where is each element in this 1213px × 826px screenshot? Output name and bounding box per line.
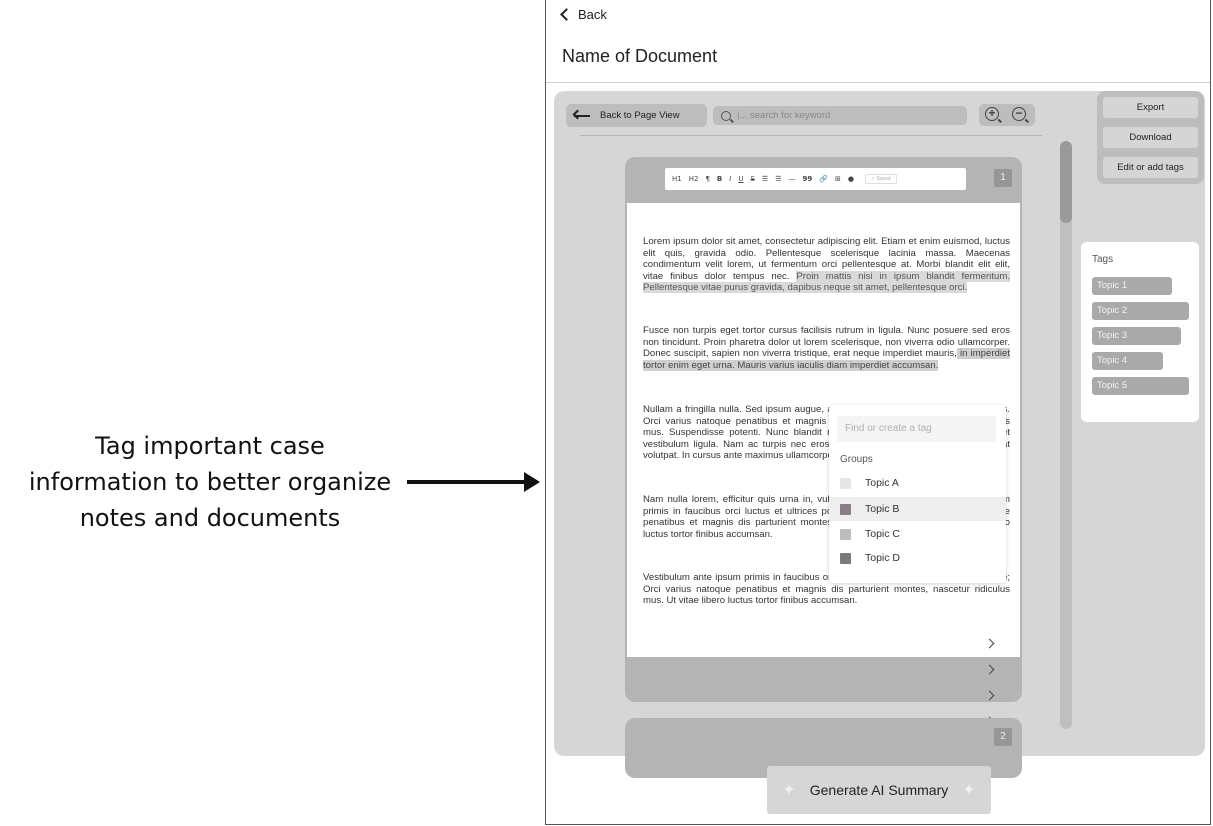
sparkle-icon: ✦: [962, 782, 976, 799]
tag-chip[interactable]: Topic 5: [1092, 377, 1189, 395]
export-button[interactable]: Export: [1103, 97, 1198, 118]
paragraph-text: Fusce non turpis eget tortor cursus faci…: [643, 325, 1010, 360]
tags-title: Tags: [1092, 254, 1114, 265]
table-icon[interactable]: ⊞: [835, 175, 841, 183]
quote-icon[interactable]: 99: [802, 175, 812, 183]
back-label: Back: [578, 7, 607, 22]
zoom-controls: + −: [979, 104, 1035, 126]
page-number: 2: [994, 728, 1012, 746]
search-icon: [721, 110, 731, 121]
back-to-page-view-button[interactable]: Back to Page View: [566, 104, 707, 127]
tags-panel: Tags Topic 1 Topic 2 Topic 3 Topic 4 Top…: [1081, 242, 1199, 422]
tag-option-label: Topic A: [865, 477, 899, 489]
divider: [546, 82, 1210, 83]
tag-option[interactable]: Topic B: [829, 497, 1006, 521]
generate-label: Generate AI Summary: [809, 782, 949, 798]
action-panel: Export Download Edit or add tags: [1097, 91, 1204, 184]
bullet-list-icon[interactable]: ☰: [762, 175, 768, 183]
horizontal-rule-icon[interactable]: —: [788, 175, 795, 183]
tag-option-label: Topic D: [865, 552, 901, 564]
keyword-search-input[interactable]: |... search for keyword: [713, 106, 967, 125]
info-icon[interactable]: ●: [848, 175, 854, 183]
annotation-line: notes and documents: [79, 504, 341, 532]
tag-chip[interactable]: Topic 3: [1092, 327, 1181, 345]
heading1-button[interactable]: H1: [672, 175, 682, 183]
annotation-line: Tag important case: [95, 432, 325, 460]
tag-color-swatch: [840, 477, 851, 489]
tag-dropdown: Find or create a tag Groups Topic A Topi…: [829, 405, 1006, 583]
sparkle-icon: ✦: [782, 782, 796, 799]
page-number: 1: [994, 169, 1012, 187]
numbered-list-icon[interactable]: ☰: [775, 175, 781, 183]
tag-option-label: Topic B: [865, 503, 900, 515]
zoom-out-icon[interactable]: −: [1012, 107, 1026, 121]
back-link[interactable]: Back: [560, 7, 607, 22]
tag-option[interactable]: Topic C: [829, 522, 1006, 546]
saved-badge: ✓ Saved: [864, 174, 897, 184]
scrollbar-track[interactable]: [1060, 141, 1072, 729]
scrollbar-thumb[interactable]: [1060, 141, 1072, 223]
editor-toolbar: H1 H2 ¶ B I U S ☰ ☰ — 99 🔗 ⊞ ● ✓ Saved: [665, 168, 966, 190]
bold-icon[interactable]: B: [717, 175, 722, 183]
groups-label: Groups: [840, 454, 873, 465]
divider: [580, 135, 1042, 136]
strikethrough-icon[interactable]: S: [750, 175, 754, 183]
document-paragraph[interactable]: Lorem ipsum dolor sit amet, consectetur …: [643, 236, 1010, 294]
tag-color-swatch: [840, 552, 851, 564]
italic-icon[interactable]: I: [729, 175, 731, 183]
underline-icon[interactable]: U: [738, 175, 743, 183]
tag-color-swatch: [840, 503, 851, 515]
annotation-line: information to better organize: [28, 468, 392, 496]
heading2-button[interactable]: H2: [689, 175, 699, 183]
chevron-left-icon: [560, 8, 573, 21]
annotation-text: Tag important case information to better…: [10, 428, 410, 536]
tag-chip[interactable]: Topic 1: [1092, 277, 1172, 295]
tag-color-swatch: [840, 528, 851, 540]
generate-ai-summary-button[interactable]: ✦ Generate AI Summary ✦: [767, 766, 991, 814]
tag-option[interactable]: Topic D: [829, 546, 1006, 570]
back-to-page-view-label: Back to Page View: [600, 110, 680, 121]
document-paragraph[interactable]: Fusce non turpis eget tortor cursus faci…: [643, 325, 1010, 371]
edit-tags-button[interactable]: Edit or add tags: [1103, 157, 1198, 178]
paragraph-icon[interactable]: ¶: [705, 175, 709, 183]
tag-search-input[interactable]: Find or create a tag: [837, 416, 996, 442]
page-title: Name of Document: [562, 46, 718, 66]
annotation-arrow-head: [524, 472, 540, 492]
zoom-in-icon[interactable]: +: [985, 107, 999, 121]
annotation-arrow: [407, 480, 535, 484]
tag-option-label: Topic C: [865, 528, 901, 540]
arrow-left-icon: [574, 114, 590, 117]
tag-chip[interactable]: Topic 2: [1092, 302, 1189, 320]
tag-chip[interactable]: Topic 4: [1092, 352, 1163, 370]
search-placeholder: |... search for keyword: [737, 110, 831, 121]
tag-option[interactable]: Topic A: [829, 471, 1006, 495]
download-button[interactable]: Download: [1103, 127, 1198, 148]
link-icon[interactable]: 🔗: [819, 175, 828, 183]
